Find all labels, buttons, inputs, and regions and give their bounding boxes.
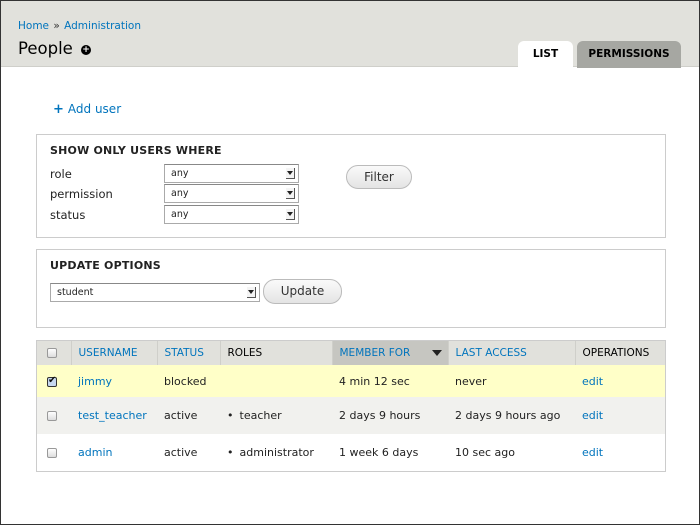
- operations-cell: edit: [575, 365, 665, 397]
- row-checkbox-cell: [37, 397, 71, 434]
- sort-member-for-link[interactable]: MEMBER FOR: [340, 347, 411, 359]
- filter-row-permission: permission any: [50, 184, 299, 203]
- filter-label-permission: permission: [50, 186, 113, 201]
- role-select-value: any: [171, 168, 189, 179]
- sort-status-link[interactable]: STATUS: [165, 347, 204, 359]
- status-cell: active: [157, 397, 220, 434]
- update-action-select[interactable]: student: [50, 283, 260, 302]
- roles-cell: • administrator: [220, 434, 332, 471]
- add-user-label: Add user: [67, 102, 122, 116]
- select-all-checkbox[interactable]: [47, 348, 57, 358]
- page-title: People: [18, 39, 73, 58]
- edit-link[interactable]: edit: [582, 375, 603, 388]
- tab-list[interactable]: LIST: [518, 41, 573, 68]
- filter-row-role: role any: [50, 164, 299, 183]
- status-cell: blocked: [157, 365, 220, 397]
- update-action-select-value: student: [57, 287, 94, 298]
- update-button[interactable]: Update: [263, 279, 342, 304]
- sort-descending-icon[interactable]: [431, 350, 442, 356]
- last-access-cell: 10 sec ago: [448, 434, 575, 471]
- update-options-legend: UPDATE OPTIONS: [50, 259, 161, 272]
- edit-link[interactable]: edit: [582, 446, 603, 459]
- permission-select-value: any: [171, 188, 189, 199]
- table-row: jimmy blocked 4 min 12 sec never edit: [37, 365, 665, 397]
- filter-legend: SHOW ONLY USERS WHERE: [50, 144, 222, 157]
- breadcrumb-separator: »: [53, 20, 60, 32]
- username-link[interactable]: jimmy: [78, 375, 112, 388]
- username-cell: test_teacher: [71, 397, 157, 434]
- dropdown-arrow-icon: [286, 209, 295, 220]
- column-header-status[interactable]: STATUS: [157, 341, 221, 365]
- breadcrumb-administration[interactable]: Administration: [64, 20, 141, 32]
- username-cell: admin: [71, 434, 157, 471]
- breadcrumb: Home » Administration: [18, 20, 141, 32]
- filter-label-status: status: [50, 207, 86, 222]
- row-checkbox[interactable]: [47, 411, 57, 421]
- column-header-last-access[interactable]: LAST ACCESS: [448, 341, 576, 365]
- member-for-cell: 1 week 6 days: [332, 434, 448, 471]
- last-access-cell: 2 days 9 hours ago: [448, 397, 575, 434]
- role-select[interactable]: any: [164, 164, 299, 183]
- page-header: Home » Administration People + LIST PERM…: [1, 1, 699, 68]
- column-header-roles: ROLES: [220, 341, 333, 365]
- permission-select[interactable]: any: [164, 184, 299, 203]
- username-link[interactable]: test_teacher: [78, 409, 147, 422]
- users-table: USERNAME STATUS ROLES MEMBER FOR LAST AC…: [36, 340, 666, 472]
- add-user-link[interactable]: + Add user: [53, 102, 121, 116]
- status-select-value: any: [171, 209, 189, 220]
- table-row: admin active • administrator 1 week 6 day…: [37, 434, 665, 471]
- bullet-icon: •: [227, 409, 234, 422]
- edit-link[interactable]: edit: [582, 409, 603, 422]
- plus-icon: +: [53, 101, 64, 117]
- filter-button[interactable]: Filter: [346, 165, 412, 189]
- filter-label-role: role: [50, 166, 72, 181]
- roles-cell: • teacher: [220, 397, 332, 434]
- sort-username-link[interactable]: USERNAME: [79, 347, 138, 359]
- dropdown-arrow-icon: [247, 287, 256, 298]
- roles-cell: [220, 365, 332, 397]
- dropdown-arrow-icon: [286, 188, 295, 199]
- tab-permissions[interactable]: PERMISSIONS: [577, 41, 681, 68]
- app-window: Home » Administration People + LIST PERM…: [0, 0, 700, 525]
- filter-row-status: status any: [50, 205, 299, 224]
- role-item: teacher: [239, 409, 282, 422]
- row-checkbox-cell: [37, 365, 71, 397]
- sort-last-access-link[interactable]: LAST ACCESS: [456, 347, 527, 359]
- table-row: test_teacher active • teacher 2 days 9 ho…: [37, 397, 665, 434]
- member-for-cell: 2 days 9 hours: [332, 397, 448, 434]
- filter-fieldset: SHOW ONLY USERS WHERE role any permissio…: [36, 134, 666, 238]
- table-header-row: USERNAME STATUS ROLES MEMBER FOR LAST AC…: [37, 341, 665, 365]
- status-cell: active: [157, 434, 220, 471]
- row-checkbox[interactable]: [47, 375, 57, 387]
- status-select[interactable]: any: [164, 205, 299, 224]
- member-for-cell: 4 min 12 sec: [332, 365, 448, 397]
- select-all-header: [37, 341, 72, 365]
- column-header-operations: OPERATIONS: [575, 341, 665, 365]
- username-link[interactable]: admin: [78, 446, 112, 459]
- primary-tabs: LIST PERMISSIONS: [518, 41, 681, 68]
- add-shortcut-icon[interactable]: +: [81, 45, 91, 55]
- row-checkbox[interactable]: [47, 448, 57, 458]
- username-cell: jimmy: [71, 365, 157, 397]
- operations-cell: edit: [575, 434, 665, 471]
- operations-cell: edit: [575, 397, 665, 434]
- last-access-cell: never: [448, 365, 575, 397]
- column-header-member-for[interactable]: MEMBER FOR: [332, 341, 449, 365]
- column-header-username[interactable]: USERNAME: [71, 341, 158, 365]
- breadcrumb-home[interactable]: Home: [18, 20, 49, 32]
- row-checkbox-cell: [37, 434, 71, 471]
- update-options-fieldset: UPDATE OPTIONS student Update: [36, 249, 666, 328]
- bullet-icon: •: [227, 446, 234, 459]
- dropdown-arrow-icon: [286, 168, 295, 179]
- role-item: administrator: [239, 446, 314, 459]
